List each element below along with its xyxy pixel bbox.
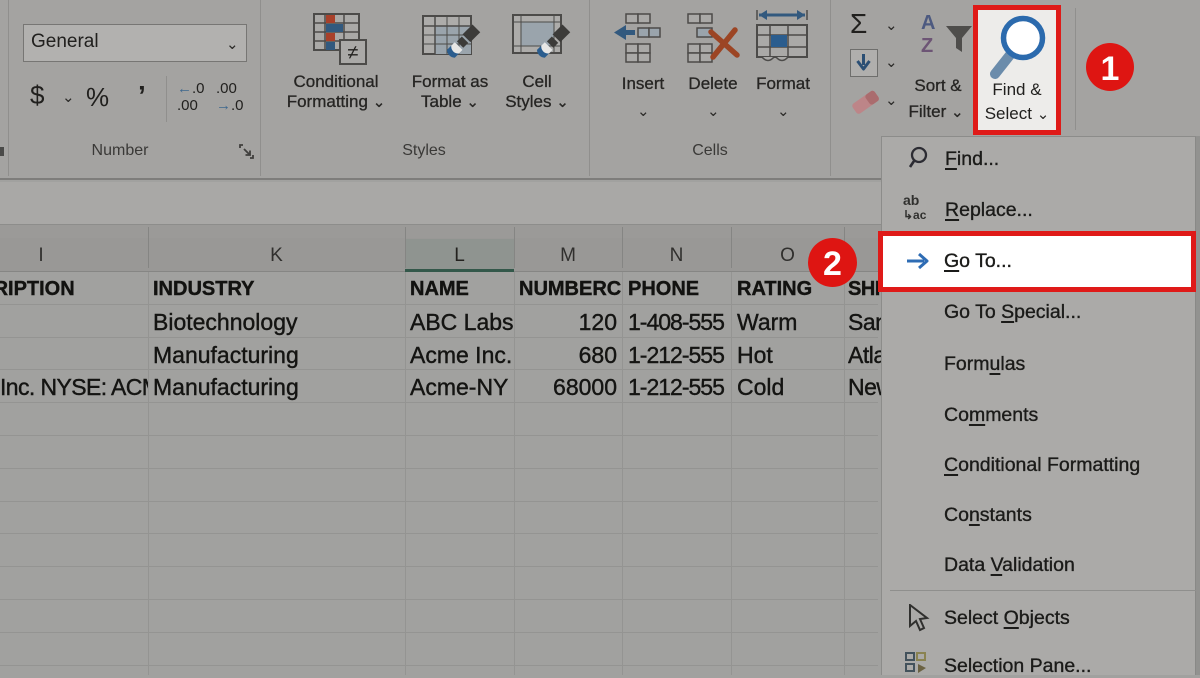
svg-text:≠: ≠ <box>348 42 359 64</box>
